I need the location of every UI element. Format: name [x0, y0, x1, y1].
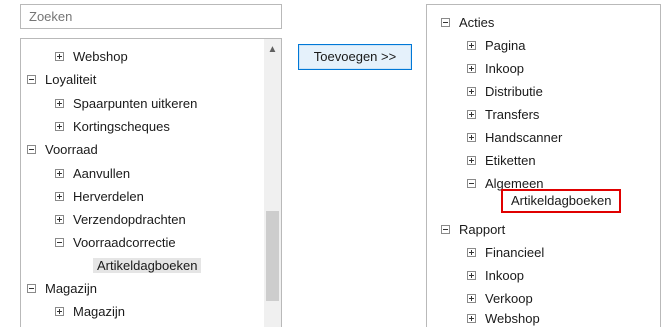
collapse-minus-icon[interactable]: [27, 284, 36, 293]
tree-node-rapport[interactable]: Rapport: [441, 219, 641, 240]
collapse-minus-icon[interactable]: [441, 18, 450, 27]
tree-node-label: Loyaliteit: [45, 72, 97, 87]
tree-node-label: Pagina: [485, 38, 526, 53]
tree-node-handscanner[interactable]: Handscanner: [467, 127, 647, 148]
tree-node-label: Verkoop: [485, 291, 533, 306]
expand-plus-icon[interactable]: [467, 314, 476, 323]
tree-node-label: Kortingscheques: [73, 119, 170, 134]
scroll-thumb[interactable]: [266, 211, 279, 301]
tree-node-transfers[interactable]: Transfers: [467, 104, 647, 125]
tree-node-label: Handscanner: [485, 130, 563, 145]
tree-node-voorraad[interactable]: Voorraad: [27, 139, 247, 160]
tree-node-label: Artikeldagboeken: [93, 258, 202, 273]
tree-node-label: Herverdelen: [73, 189, 144, 204]
tree-node-label: Verzendopdrachten: [73, 212, 186, 227]
tree-node-label: Voorraadcorrectie: [73, 235, 176, 250]
scroll-up-icon[interactable]: ▲: [264, 43, 281, 57]
tree-node-artikeldagboeken-selected[interactable]: Artikeldagboeken: [93, 255, 202, 276]
expand-plus-icon[interactable]: [55, 52, 64, 61]
tree-node-inkoop-rapport[interactable]: Inkoop: [467, 265, 647, 286]
expand-plus-icon[interactable]: [55, 122, 64, 131]
selected-items-tree[interactable]: Acties Pagina Inkoop Distributie Transfe…: [426, 4, 661, 327]
tree-node-label: Acties: [459, 15, 495, 30]
tree-node-magazijn-group[interactable]: Magazijn: [27, 278, 247, 299]
tree-node-verkoop[interactable]: Verkoop: [467, 288, 647, 309]
expand-plus-icon[interactable]: [467, 133, 476, 142]
tree-node-herverdelen[interactable]: Herverdelen: [55, 186, 255, 207]
tree-node-kortingscheques[interactable]: Kortingscheques: [55, 116, 255, 137]
expand-plus-icon[interactable]: [55, 307, 64, 316]
tree-node-label: Distributie: [485, 84, 543, 99]
tree-node-label: Magazijn: [73, 304, 126, 319]
tree-node-distributie[interactable]: Distributie: [467, 81, 647, 102]
expand-plus-icon[interactable]: [467, 271, 476, 280]
expand-plus-icon[interactable]: [55, 99, 64, 108]
tree-node-financieel[interactable]: Financieel: [467, 242, 647, 263]
available-items-tree[interactable]: Webshop Loyaliteit Spaarpunten uitkeren …: [20, 38, 282, 327]
tree-node-etiketten[interactable]: Etiketten: [467, 150, 647, 171]
tree-node-aanvullen[interactable]: Aanvullen: [55, 163, 255, 184]
tree-node-label: Webshop: [485, 311, 540, 326]
tree-node-label: Webshop: [73, 49, 128, 64]
expand-plus-icon[interactable]: [467, 41, 476, 50]
vertical-scrollbar[interactable]: ▲: [264, 39, 281, 327]
tree-node-label: Spaarpunten uitkeren: [73, 96, 198, 111]
tree-node-label: Voorraad: [45, 142, 98, 157]
tree-node-label: Etiketten: [485, 153, 536, 168]
tree-node-label: Aanvullen: [73, 166, 131, 181]
tree-node-artikeldagboeken-highlighted[interactable]: Artikeldagboeken: [501, 189, 622, 213]
collapse-minus-icon[interactable]: [27, 75, 36, 84]
tree-node-inkoop[interactable]: Inkoop: [467, 58, 647, 79]
tree-node-verzendopdrachten[interactable]: Verzendopdrachten: [55, 209, 255, 230]
expand-plus-icon[interactable]: [467, 64, 476, 73]
collapse-minus-icon[interactable]: [441, 225, 450, 234]
tree-node-label: Financieel: [485, 245, 545, 260]
tree-node-label: Inkoop: [485, 61, 525, 76]
tree-node-label: Transfers: [485, 107, 540, 122]
search-input[interactable]: [20, 4, 282, 29]
tree-node-spaarpunten-uitkeren[interactable]: Spaarpunten uitkeren: [55, 93, 255, 114]
collapse-minus-icon[interactable]: [27, 145, 36, 154]
collapse-minus-icon[interactable]: [467, 179, 476, 188]
tree-node-pagina[interactable]: Pagina: [467, 35, 647, 56]
tree-node-magazijn[interactable]: Magazijn: [55, 301, 255, 322]
expand-plus-icon[interactable]: [467, 294, 476, 303]
tree-node-acties[interactable]: Acties: [441, 12, 641, 33]
add-button[interactable]: Toevoegen >>: [298, 44, 412, 70]
tree-node-label: Rapport: [459, 222, 506, 237]
tree-node-loyaliteit[interactable]: Loyaliteit: [27, 69, 247, 90]
expand-plus-icon[interactable]: [55, 169, 64, 178]
tree-node-webshop-rapport[interactable]: Webshop: [467, 308, 647, 327]
expand-plus-icon[interactable]: [55, 192, 64, 201]
expand-plus-icon[interactable]: [55, 215, 64, 224]
tree-node-label: Inkoop: [485, 268, 525, 283]
expand-plus-icon[interactable]: [467, 87, 476, 96]
expand-plus-icon[interactable]: [467, 156, 476, 165]
tree-node-label: Magazijn: [45, 281, 98, 296]
expand-plus-icon[interactable]: [467, 110, 476, 119]
tree-node-webshop[interactable]: Webshop: [55, 46, 255, 67]
tree-node-voorraadcorrectie[interactable]: Voorraadcorrectie: [55, 232, 255, 253]
expand-plus-icon[interactable]: [467, 248, 476, 257]
collapse-minus-icon[interactable]: [55, 238, 64, 247]
